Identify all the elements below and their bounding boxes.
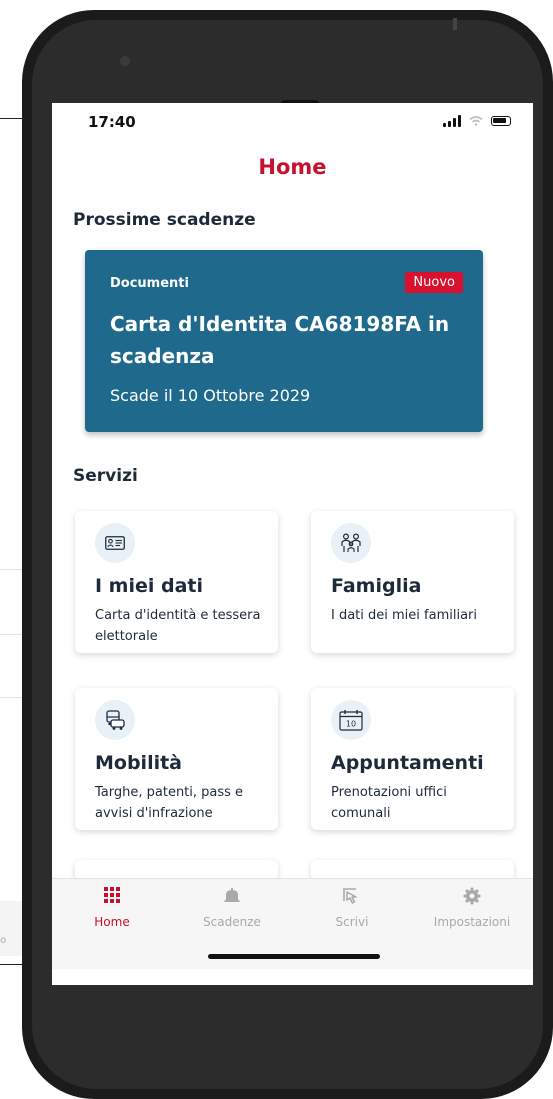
service-card-family[interactable]: Famiglia I dati dei miei familiari xyxy=(311,511,514,653)
tab-write[interactable]: Scrivi xyxy=(292,879,412,939)
service-card-mobility[interactable]: Mobilità Targhe, patenti, pass e avvisi … xyxy=(75,688,278,830)
service-description: Targhe, patenti, pass e avvisi d'infrazi… xyxy=(95,785,244,821)
service-card-appointments[interactable]: 10 Appuntamenti Prenotazioni uffici comu… xyxy=(311,688,514,830)
bell-icon xyxy=(224,888,240,902)
service-description: Carta d'identità e tessera elettorale xyxy=(95,608,261,644)
tab-deadlines[interactable]: Scadenze xyxy=(172,879,292,939)
service-title: Mobilità xyxy=(95,752,183,774)
service-card-partial[interactable] xyxy=(311,860,514,880)
service-card-partial[interactable] xyxy=(75,860,278,880)
status-icons xyxy=(443,115,511,127)
home-indicator xyxy=(208,954,380,959)
tab-settings[interactable]: Impostazioni xyxy=(412,879,532,939)
service-title: I miei dati xyxy=(95,575,204,597)
service-title: Famiglia xyxy=(331,575,422,597)
camera-icon xyxy=(120,56,130,66)
deadline-title: Carta d'Identita CA68198FA in scadenza xyxy=(110,312,450,368)
calendar-day: 10 xyxy=(346,720,356,729)
wifi-icon xyxy=(469,116,483,126)
deadlines-section-title: Prossime scadenze xyxy=(73,210,256,230)
chevron-right-icon[interactable]: ❯ xyxy=(0,529,2,545)
gear-icon xyxy=(463,887,481,905)
new-badge: Nuovo xyxy=(405,272,463,293)
bottom-tabbar: Home Scadenze Scrivi Impostazioni xyxy=(52,878,533,969)
background-tab-label: azio xyxy=(0,935,7,946)
service-description: I dati dei miei familiari xyxy=(331,608,478,623)
id-card-icon xyxy=(105,536,125,550)
signal-icon xyxy=(443,115,461,127)
tab-home[interactable]: Home xyxy=(52,879,172,939)
chevron-right-icon[interactable]: ❯ xyxy=(0,659,2,675)
grid-icon xyxy=(104,887,120,903)
calendar-icon: 10 xyxy=(339,710,363,731)
tab-label: Scadenze xyxy=(203,915,261,929)
tab-label: Impostazioni xyxy=(433,915,511,929)
services-section-title: Servizi xyxy=(73,466,138,486)
app-screen: 17:40 Home Prossime scadenze Documenti N… xyxy=(52,103,533,985)
service-description: Prenotazioni uffici comunali xyxy=(331,785,447,821)
page-title: Home xyxy=(258,155,327,179)
family-icon xyxy=(341,533,361,552)
cursor-icon xyxy=(343,888,357,904)
service-title: Appuntamenti xyxy=(331,752,484,774)
chevron-right-icon[interactable]: ❯ xyxy=(0,594,2,610)
car-icon xyxy=(106,710,125,730)
tab-label: Home xyxy=(94,915,130,929)
tab-label: Scrivi xyxy=(335,915,369,929)
service-card-my-data[interactable]: I miei dati Carta d'identità e tessera e… xyxy=(75,511,278,653)
side-button xyxy=(453,18,457,30)
deadline-category: Documenti xyxy=(110,276,189,291)
deadline-card[interactable]: Documenti Nuovo Carta d'Identita CA68198… xyxy=(85,250,483,432)
battery-icon xyxy=(491,116,511,126)
status-time: 17:40 xyxy=(88,113,136,131)
deadline-subtitle: Scade il 10 Ottobre 2029 xyxy=(110,386,311,405)
